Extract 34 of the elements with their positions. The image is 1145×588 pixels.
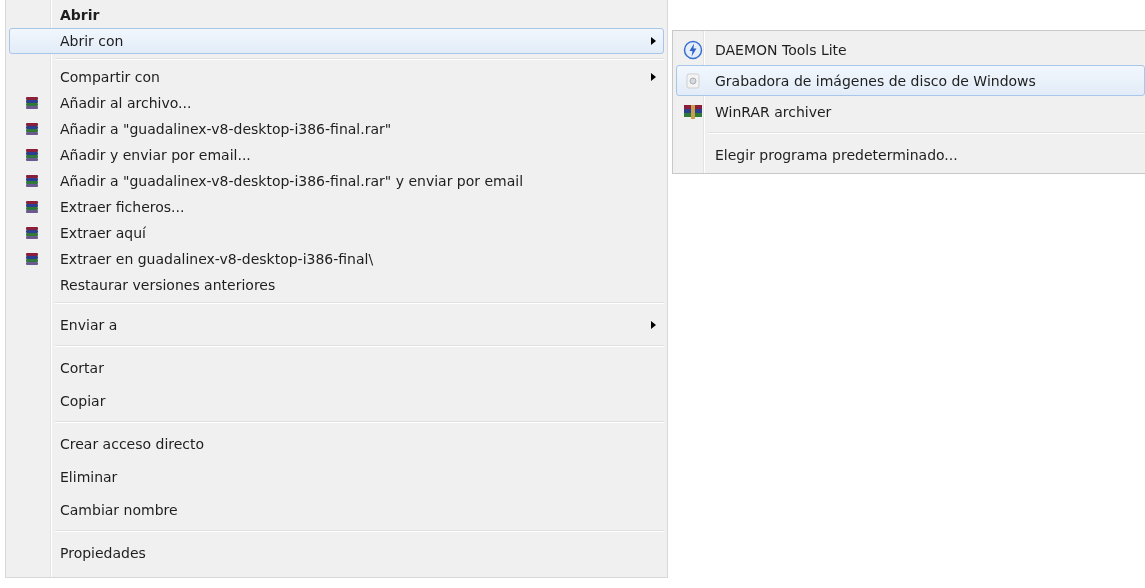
menu-item[interactable]: Extraer ficheros... xyxy=(9,194,664,220)
menu-item[interactable]: Crear acceso directo xyxy=(9,427,664,460)
menu-item[interactable]: Cortar xyxy=(9,351,664,384)
menu-item[interactable]: Añadir a "guadalinex-v8-desktop-i386-final.rar" xyxy=(9,116,664,142)
books-icon xyxy=(25,96,39,110)
books-icon xyxy=(25,200,39,214)
menu-item[interactable]: Añadir y enviar por email... xyxy=(9,142,664,168)
menu-item[interactable]: Compartir con xyxy=(9,64,664,90)
books-icon xyxy=(25,122,39,136)
menu-item[interactable]: Extraer aquí xyxy=(9,220,664,246)
books-icon xyxy=(25,148,39,162)
menu-item[interactable]: Restaurar versiones anteriores xyxy=(9,272,664,298)
menu-item[interactable]: Eliminar xyxy=(9,460,664,493)
books-icon xyxy=(25,252,39,266)
books-icon xyxy=(683,103,703,120)
menu-item[interactable]: Añadir a "guadalinex-v8-desktop-i386-final.rar" y enviar por email xyxy=(9,168,664,194)
menu-item[interactable]: Elegir programa predeterminado... xyxy=(676,139,1145,170)
submenu-arrow-icon xyxy=(651,37,656,45)
submenu-arrow-icon xyxy=(651,320,656,329)
menu-item[interactable]: Grabadora de imágenes de disco de Windows xyxy=(676,65,1145,96)
lightning-bolt-icon xyxy=(683,39,703,60)
menu-item[interactable]: Abrir con xyxy=(9,28,664,54)
menu-item[interactable]: Cambiar nombre xyxy=(9,493,664,526)
books-icon xyxy=(25,174,39,188)
menu-item[interactable]: Propiedades xyxy=(9,536,664,569)
menu-item[interactable]: WinRAR archiver xyxy=(676,96,1145,127)
books-icon xyxy=(25,226,39,240)
menu-item[interactable]: Extraer en guadalinex-v8-desktop-i386-final\ xyxy=(9,246,664,272)
menu-item[interactable]: DAEMON Tools Lite xyxy=(676,34,1145,65)
submenu-arrow-icon xyxy=(651,73,656,81)
menu-item[interactable]: Abrir xyxy=(9,2,664,28)
menu-item[interactable]: Copiar xyxy=(9,384,664,417)
menu-item[interactable]: Enviar a xyxy=(9,308,664,341)
menu-item[interactable]: Añadir al archivo... xyxy=(9,90,664,116)
